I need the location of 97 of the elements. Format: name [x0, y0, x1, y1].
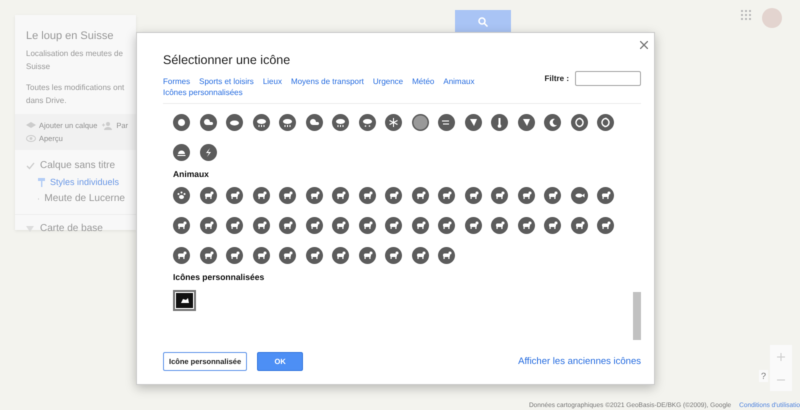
weather-icon[interactable]: [597, 114, 614, 131]
animal-icon[interactable]: [252, 247, 270, 264]
category-link[interactable]: Lieux: [262, 77, 282, 86]
animal-icon[interactable]: [518, 217, 534, 234]
animal-icon[interactable]: [385, 187, 402, 204]
animal-icon[interactable]: [252, 217, 270, 234]
save-status: dans Drive.: [26, 95, 68, 106]
weather-icon[interactable]: [279, 114, 296, 131]
animal-icon[interactable]: [226, 247, 243, 264]
filter-label: Filtre :: [544, 74, 569, 83]
animal-icon[interactable]: [412, 217, 428, 234]
animal-icon[interactable]: [518, 187, 534, 204]
animal-icon[interactable]: [332, 247, 349, 264]
animal-icon[interactable]: [570, 217, 588, 234]
map-title: Le loup en Suisse: [26, 30, 114, 42]
animal-icon[interactable]: [252, 187, 270, 204]
animal-icon[interactable]: [332, 217, 349, 234]
animal-icon[interactable]: [438, 217, 455, 234]
animal-icon[interactable]: [279, 217, 296, 234]
weather-icon[interactable]: [200, 144, 216, 161]
animal-icon[interactable]: [358, 217, 376, 234]
animal-icon[interactable]: [332, 187, 349, 204]
weather-icon[interactable]: [200, 114, 216, 131]
animal-icon[interactable]: [200, 247, 216, 264]
animal-icon[interactable]: [173, 217, 190, 234]
animal-icon[interactable]: [464, 217, 482, 234]
weather-icon[interactable]: [518, 114, 534, 131]
animal-icon[interactable]: [200, 187, 216, 204]
animal-icon[interactable]: [544, 217, 561, 234]
save-status: Toutes les modifications ont: [26, 82, 126, 93]
weather-icon[interactable]: [173, 114, 190, 131]
animal-icon[interactable]: [306, 247, 322, 264]
weather-icon[interactable]: [438, 114, 455, 131]
animal-icon[interactable]: [491, 187, 508, 204]
section-heading: Icônes personnalisées: [173, 272, 266, 282]
weather-icon[interactable]: [544, 114, 561, 131]
animal-icon[interactable]: [597, 217, 614, 234]
category-link[interactable]: Moyens de transport: [290, 77, 364, 86]
layers-icon: [26, 122, 36, 130]
weather-icon[interactable]: [385, 114, 402, 131]
animal-icon[interactable]: [173, 187, 190, 204]
dialog-title: Sélectionner une icône: [163, 53, 292, 67]
layer-title[interactable]: Calque sans titre: [40, 160, 116, 171]
paint-roller-icon: [38, 178, 45, 186]
animal-icon[interactable]: [570, 187, 588, 204]
animal-icon[interactable]: [226, 187, 243, 204]
category-link[interactable]: Formes: [163, 77, 190, 86]
custom-icon-tile[interactable]: [173, 290, 196, 311]
weather-icon[interactable]: [412, 114, 428, 131]
animal-icon[interactable]: [438, 187, 455, 204]
animal-icon[interactable]: [597, 187, 614, 204]
animal-icon[interactable]: [544, 187, 561, 204]
eye-icon: [26, 135, 36, 142]
search-icon: [478, 17, 488, 27]
weather-icon[interactable]: [570, 114, 588, 131]
category-link[interactable]: Animaux: [443, 77, 474, 86]
base-map-label[interactable]: Carte de base: [40, 223, 103, 234]
weather-icon[interactable]: [226, 114, 243, 131]
weather-icon[interactable]: [491, 114, 508, 131]
weather-icon[interactable]: [306, 114, 322, 131]
animal-icon[interactable]: [412, 187, 428, 204]
animal-icon[interactable]: [226, 217, 243, 234]
animal-icon[interactable]: [200, 217, 216, 234]
animal-icon[interactable]: [385, 247, 402, 264]
animal-icon[interactable]: [358, 187, 376, 204]
old-icons-link[interactable]: Afficher les anciennes icônes: [518, 356, 641, 366]
weather-icon[interactable]: [173, 144, 190, 161]
close-icon[interactable]: [640, 41, 648, 49]
feature-item[interactable]: Meute de Lucerne: [44, 193, 125, 204]
animal-icon[interactable]: [279, 247, 296, 264]
animal-icon[interactable]: [173, 247, 190, 264]
animal-icon[interactable]: [464, 187, 482, 204]
animal-icon[interactable]: [412, 247, 428, 264]
map-description: Suisse: [26, 61, 52, 72]
animal-icon[interactable]: [279, 187, 296, 204]
map-description: Localisation des meutes de: [26, 48, 124, 59]
add-person-icon: [102, 122, 114, 130]
animal-icon[interactable]: [306, 217, 322, 234]
weather-icon[interactable]: [464, 114, 482, 131]
category-link[interactable]: Sports et loisirs: [199, 77, 254, 86]
weather-icon[interactable]: [332, 114, 349, 131]
animal-icon: [180, 297, 189, 304]
category-link[interactable]: Urgence: [372, 77, 404, 86]
help-button[interactable]: ?: [759, 370, 768, 382]
animal-icon[interactable]: [306, 187, 322, 204]
animal-icon[interactable]: [491, 217, 508, 234]
section-heading: Animaux: [173, 169, 210, 179]
category-link[interactable]: Météo: [412, 77, 434, 86]
category-link[interactable]: Icônes personnalisées: [163, 88, 243, 97]
style-link[interactable]: Styles individuels: [50, 177, 120, 187]
checkmark-icon[interactable]: [26, 162, 35, 170]
filter-field[interactable]: [575, 71, 641, 86]
animal-icon[interactable]: [438, 247, 455, 264]
animal-icon[interactable]: [358, 247, 376, 264]
animal-icon[interactable]: [385, 217, 402, 234]
weather-icon[interactable]: [252, 114, 270, 131]
weather-icon[interactable]: [358, 114, 376, 131]
